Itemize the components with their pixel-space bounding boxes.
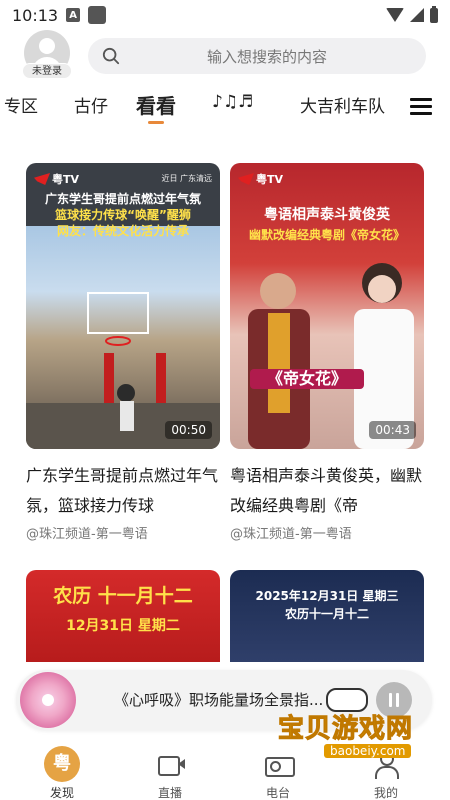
- video-headline: 粤语相声泰斗黄俊英: [264, 207, 390, 223]
- video-headline: 12月31日 星期二: [66, 618, 180, 634]
- nav-label: 发现: [49, 786, 74, 800]
- video-overlay-title: 《帝女花》: [250, 369, 364, 389]
- video-location: 近日 广东清远: [161, 174, 212, 183]
- video-title[interactable]: 广东学生哥提前点燃过年气氛，篮球接力传球: [26, 461, 220, 521]
- video-headline: 篮球接力传球“唤醒”醒狮: [55, 208, 191, 222]
- player-title[interactable]: 《心呼吸》职场能量场全景指...: [114, 689, 323, 710]
- video-thumbnail: 农历 十一月十二 12月31日 星期二: [26, 570, 220, 662]
- video-thumbnail: 粤TV 粤语相声泰斗黄俊英 幽默改编经典粤剧《帝女花》 《帝女花》 00:43: [230, 163, 424, 449]
- video-headline: 2025年12月31日 星期三: [255, 589, 399, 603]
- discover-icon: 粤: [44, 746, 80, 782]
- status-bar: 10:13 A: [0, 0, 450, 30]
- tab-dajili-chedui[interactable]: 大吉利车队: [300, 92, 385, 117]
- video-card[interactable]: 农历 十一月十二 12月31日 星期二: [26, 570, 220, 662]
- video-title[interactable]: 粤语相声泰斗黄俊英，幽默改编经典粤剧《帝: [230, 461, 424, 521]
- wifi-icon: [386, 8, 404, 22]
- video-thumbnail: 2025年12月31日 星期三 农历十一月十二: [230, 570, 424, 662]
- tab-guzai[interactable]: 古仔: [74, 92, 108, 117]
- active-tab-indicator: [148, 121, 164, 124]
- site-watermark: 宝贝游戏网 baobeiy.com: [268, 688, 448, 780]
- video-headline: 农历十一月十二: [284, 607, 369, 621]
- nav-discover[interactable]: 粤 发现: [32, 746, 92, 800]
- login-status-badge: 未登录: [22, 63, 72, 79]
- hosts-scene: [248, 263, 414, 449]
- signal-icon: [410, 8, 424, 22]
- battery-icon: [430, 5, 438, 23]
- nav-live[interactable]: 直播: [140, 746, 200, 800]
- video-card[interactable]: 2025年12月31日 星期三 农历十一月十二: [230, 570, 424, 662]
- video-headline: 网友：传统文化活力传承: [56, 224, 189, 238]
- user-avatar-button[interactable]: 未登录: [22, 30, 74, 82]
- notification-app-icon: [88, 6, 107, 24]
- nav-label: 电台: [265, 786, 290, 800]
- video-duration: 00:43: [369, 421, 416, 439]
- watermark-text: 宝贝游戏网: [277, 714, 414, 745]
- basketball-scene: [26, 292, 220, 449]
- search-placeholder: 输入想搜索的内容: [206, 47, 327, 66]
- nav-label: 直播: [157, 786, 182, 800]
- video-camera-icon: [152, 746, 188, 782]
- video-headline: 广东学生哥提前点燃过年气氛: [44, 192, 201, 206]
- nav-label: 我的: [373, 786, 398, 800]
- tab-kankan[interactable]: 看看: [136, 90, 176, 119]
- search-bar[interactable]: 输入想搜索的内容: [88, 38, 426, 74]
- video-source[interactable]: @珠江频道-第一粤语: [26, 523, 220, 542]
- status-time: 10:13: [12, 5, 59, 25]
- video-source[interactable]: @珠江频道-第一粤语: [230, 523, 424, 542]
- video-thumbnail: 粤TV 近日 广东清远 广东学生哥提前点燃过年气氛 篮球接力传球“唤醒”醒狮 网…: [26, 163, 220, 449]
- channel-logo: 粤TV: [34, 171, 79, 187]
- channel-logo: 粤TV: [238, 171, 283, 187]
- video-duration: 00:50: [165, 421, 212, 439]
- video-headline: 幽默改编经典粤剧《帝女花》: [248, 228, 405, 242]
- player-cover-art[interactable]: [20, 672, 76, 728]
- tab-music[interactable]: ♪♫♬: [212, 92, 253, 112]
- category-tabs: 专区 古仔 看看 ♪♫♬ 大吉利车队: [0, 92, 450, 128]
- video-headline: 农历 十一月十二: [53, 585, 193, 607]
- app-header: 未登录 输入想搜索的内容: [0, 30, 450, 84]
- watermark-url: baobeiy.com: [324, 744, 412, 758]
- notification-a-icon: A: [66, 8, 81, 22]
- menu-icon[interactable]: [410, 98, 432, 116]
- video-card[interactable]: 粤TV 粤语相声泰斗黄俊英 幽默改编经典粤剧《帝女花》 《帝女花》 00:43 …: [230, 163, 424, 542]
- video-card[interactable]: 粤TV 近日 广东清远 广东学生哥提前点燃过年气氛 篮球接力传球“唤醒”醒狮 网…: [26, 163, 220, 542]
- tab-zhuanqu[interactable]: 专区: [4, 92, 38, 117]
